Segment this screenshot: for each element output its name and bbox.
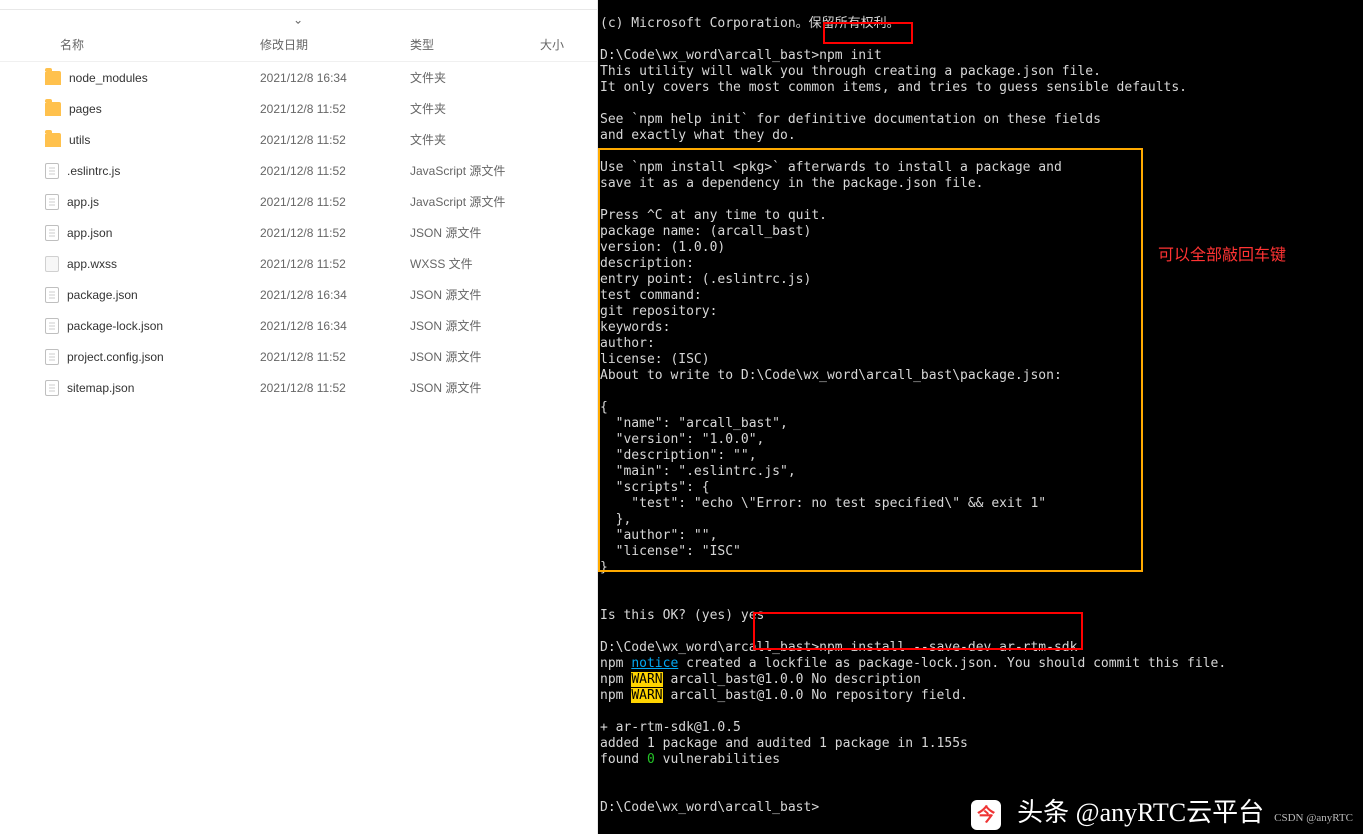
file-list-header: 名称 修改日期 类型 大小	[0, 28, 597, 62]
file-date: 2021/12/8 11:52	[260, 226, 410, 240]
file-date: 2021/12/8 11:52	[260, 133, 410, 147]
highlight-npm-install	[753, 612, 1083, 650]
file-list: node_modules2021/12/8 16:34文件夹pages2021/…	[0, 62, 597, 834]
file-row[interactable]: project.config.json 2021/12/8 11:52JSON 源…	[0, 341, 597, 372]
highlight-init-session	[598, 148, 1143, 572]
file-type: JavaScript 源文件	[410, 193, 540, 210]
jsfile-icon	[45, 163, 59, 179]
file-date: 2021/12/8 16:34	[260, 319, 410, 333]
file-type: 文件夹	[410, 69, 540, 86]
file-row[interactable]: .eslintrc.js 2021/12/8 11:52JavaScript 源文…	[0, 155, 597, 186]
file-row[interactable]: sitemap.json 2021/12/8 11:52JSON 源文件	[0, 372, 597, 403]
collapse-chevron[interactable]: ⌃	[0, 10, 597, 28]
file-name: app.js	[67, 195, 99, 209]
header-name[interactable]: 名称	[0, 36, 260, 53]
file-date: 2021/12/8 11:52	[260, 195, 410, 209]
terminal-pane[interactable]: (c) Microsoft Corporation。保留所有权利。 D:\Cod…	[598, 0, 1363, 834]
file-type: JSON 源文件	[410, 286, 540, 303]
file-type: 文件夹	[410, 131, 540, 148]
npm-warn: WARN	[631, 672, 662, 687]
jsfile-icon	[45, 194, 59, 210]
file-name: utils	[69, 133, 90, 147]
file-name: .eslintrc.js	[67, 164, 120, 178]
file-row[interactable]: app.wxss 2021/12/8 11:52WXSS 文件	[0, 248, 597, 279]
file-row[interactable]: pages 2021/12/8 11:52文件夹	[0, 93, 597, 124]
file-date: 2021/12/8 11:52	[260, 257, 410, 271]
cmd-npm-init: npm init	[819, 48, 882, 63]
folder-icon	[45, 71, 61, 85]
file-row[interactable]: app.json 2021/12/8 11:52JSON 源文件	[0, 217, 597, 248]
file-date: 2021/12/8 11:52	[260, 381, 410, 395]
file-row[interactable]: package.json 2021/12/8 16:34JSON 源文件	[0, 279, 597, 310]
file-name: package-lock.json	[67, 319, 163, 333]
toutiao-icon: 今	[971, 800, 1001, 830]
prompt-path: D:\Code\wx_word\arcall_bast>	[600, 800, 819, 815]
prompt-path: D:\Code\wx_word\arcall_bast>	[600, 48, 819, 63]
file-date: 2021/12/8 11:52	[260, 102, 410, 116]
header-date[interactable]: 修改日期	[260, 36, 410, 53]
jsonfile-icon	[45, 380, 59, 396]
npm-notice: notice	[631, 656, 678, 671]
header-type[interactable]: 类型	[410, 36, 540, 53]
jsonfile-icon	[45, 225, 59, 241]
file-type: WXSS 文件	[410, 255, 540, 272]
highlight-npm-init	[823, 22, 913, 44]
file-explorer-pane: ⌃ 名称 修改日期 类型 大小 node_modules 2021/12/8 16…	[0, 0, 598, 834]
file-type: JSON 源文件	[410, 379, 540, 396]
file-name: node_modules	[69, 71, 148, 85]
folder-icon	[45, 133, 61, 147]
jsonfile-icon	[45, 318, 59, 334]
folder-icon	[45, 102, 61, 116]
file-name: app.json	[67, 226, 112, 240]
npm-warn: WARN	[631, 688, 662, 703]
jsonfile-icon	[45, 287, 59, 303]
file-date: 2021/12/8 11:52	[260, 164, 410, 178]
file-row[interactable]: package-lock.json 2021/12/8 16:34JSON 源文件	[0, 310, 597, 341]
file-type: JSON 源文件	[410, 348, 540, 365]
wxssfile-icon	[45, 256, 59, 272]
file-row[interactable]: node_modules 2021/12/8 16:34文件夹	[0, 62, 597, 93]
file-name: pages	[69, 102, 102, 116]
file-type: 文件夹	[410, 100, 540, 117]
file-date: 2021/12/8 11:52	[260, 350, 410, 364]
file-name: sitemap.json	[67, 381, 134, 395]
watermark: 今 头条 @anyRTC云平台 CSDN @anyRTC	[971, 800, 1353, 830]
file-row[interactable]: utils 2021/12/8 11:52文件夹	[0, 124, 597, 155]
breadcrumb-bar	[0, 0, 597, 10]
file-type: JSON 源文件	[410, 317, 540, 334]
header-size[interactable]: 大小	[540, 36, 597, 53]
file-row[interactable]: app.js 2021/12/8 11:52JavaScript 源文件	[0, 186, 597, 217]
file-name: package.json	[67, 288, 138, 302]
jsonfile-icon	[45, 349, 59, 365]
annotation-text: 可以全部敲回车键	[1158, 248, 1286, 264]
file-type: JSON 源文件	[410, 224, 540, 241]
file-date: 2021/12/8 16:34	[260, 71, 410, 85]
file-type: JavaScript 源文件	[410, 162, 540, 179]
file-date: 2021/12/8 16:34	[260, 288, 410, 302]
file-name: project.config.json	[67, 350, 164, 364]
file-name: app.wxss	[67, 257, 117, 271]
